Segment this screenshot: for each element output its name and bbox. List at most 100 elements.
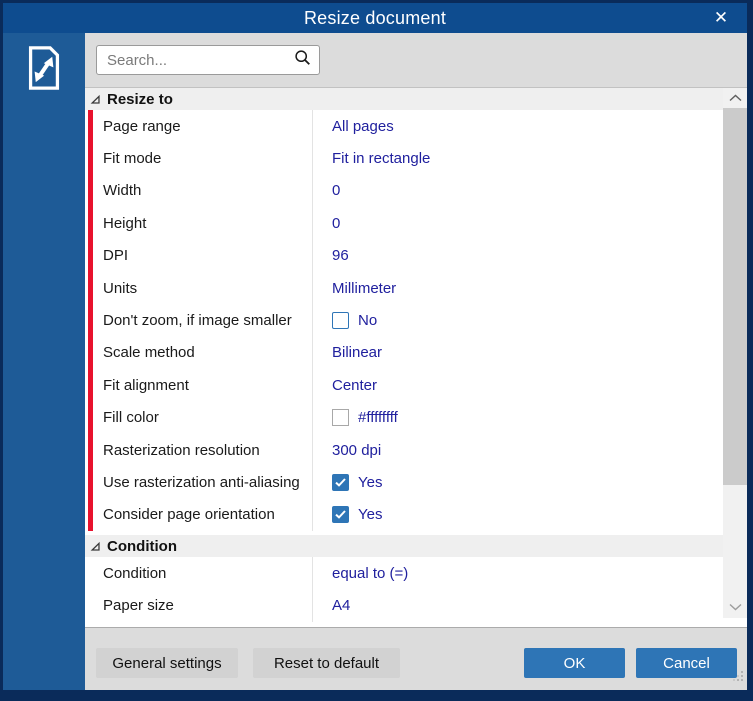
checkbox[interactable] [332, 473, 349, 491]
property-row: Paper size A4 [85, 589, 723, 622]
cancel-button[interactable]: Cancel [636, 648, 737, 678]
property-label: Rasterization resolution [103, 441, 260, 459]
property-value: equal to (=) [332, 564, 409, 582]
modified-marker [88, 110, 93, 143]
property-row: Height 0 [85, 207, 723, 240]
property-value: #ffffffff [358, 409, 398, 427]
property-value-cell[interactable]: 300 dpi [312, 433, 723, 467]
search-strip [85, 33, 747, 88]
property-row: Don't zoom, if image smaller No [85, 304, 723, 337]
resize-grip-icon[interactable] [733, 669, 744, 687]
property-value-cell[interactable]: Yes [312, 498, 723, 532]
property-row: Condition equal to (=) [85, 557, 723, 590]
main-panel: Resize toPage rangeAll pagesFit modeFit … [85, 33, 747, 690]
sidebar [3, 33, 85, 690]
property-label: Width [103, 182, 142, 200]
section: Resize to Page range All pages Fit mode Fit … [85, 88, 723, 532]
property-value: Bilinear [332, 344, 383, 362]
modified-marker [88, 401, 93, 434]
scroll-down-icon[interactable] [723, 598, 747, 616]
modified-marker [88, 466, 93, 499]
property-label: Consider page orientation [103, 506, 275, 524]
resize-document-dialog: Resize document ✕ Search... Resize to Pa… [0, 0, 753, 701]
color-swatch[interactable] [332, 409, 349, 427]
modified-marker [88, 142, 93, 175]
property-value-cell[interactable]: #ffffffff [312, 401, 723, 434]
property-row: Page range All pages [85, 110, 723, 143]
scroll-up-icon[interactable] [723, 88, 747, 108]
modified-marker [88, 174, 93, 208]
ok-button[interactable]: OK [524, 648, 625, 678]
property-label: Don't zoom, if image smaller [103, 312, 292, 330]
reset-to-default-button[interactable]: Reset to default [253, 648, 400, 678]
property-value-cell[interactable]: Fit in rectangle [312, 142, 723, 175]
modified-marker [88, 207, 93, 240]
property-value: A4 [332, 597, 351, 615]
property-label: Condition [103, 564, 167, 582]
close-icon[interactable]: ✕ [701, 3, 741, 33]
property-value-cell[interactable]: 0 [312, 207, 723, 240]
property-value-cell[interactable]: equal to (=) [312, 557, 723, 590]
property-value-cell[interactable]: Center [312, 369, 723, 402]
resize-document-icon [21, 44, 67, 97]
footer: General settings Reset to default OK Can… [85, 628, 747, 690]
property-value: Center [332, 376, 378, 394]
modified-marker [88, 433, 93, 467]
property-value: 0 [332, 214, 341, 232]
modified-marker [88, 271, 93, 305]
search-box[interactable] [96, 45, 320, 75]
property-value: No [358, 312, 378, 330]
section-title: Condition [107, 537, 177, 555]
section-header[interactable]: Condition [85, 535, 723, 558]
property-value-cell[interactable]: 0 [312, 174, 723, 208]
expand-triangle-icon[interactable] [90, 94, 101, 105]
property-row: Units Millimeter [85, 271, 723, 305]
magnifier-icon[interactable] [294, 49, 311, 71]
property-value-cell[interactable]: Bilinear [312, 336, 723, 370]
scrollbar[interactable] [723, 88, 747, 618]
property-value: 96 [332, 247, 349, 265]
modified-marker [88, 239, 93, 272]
property-value: All pages [332, 117, 394, 135]
property-value: 300 dpi [332, 441, 382, 459]
property-label: Page range [103, 117, 181, 135]
property-value-cell[interactable]: 96 [312, 239, 723, 272]
scrollbar-thumb[interactable] [723, 108, 747, 485]
modified-marker [88, 336, 93, 370]
section-header[interactable]: Resize to [85, 88, 723, 110]
sections: Resize to Page range All pages Fit mode Fit … [85, 88, 723, 622]
property-value-cell[interactable]: No [312, 304, 723, 337]
property-value: Millimeter [332, 279, 397, 297]
property-value-cell[interactable]: A4 [312, 589, 723, 622]
property-row: Fill color #ffffffff [85, 401, 723, 434]
section-title: Resize to [107, 90, 173, 108]
property-row: Use rasterization anti-aliasing Yes [85, 466, 723, 499]
search-input[interactable] [105, 50, 294, 70]
property-label: Height [103, 214, 147, 232]
dialog-body: Resize toPage rangeAll pagesFit modeFit … [3, 33, 747, 690]
property-label: DPI [103, 247, 129, 265]
checkbox[interactable] [332, 506, 349, 524]
property-value: 0 [332, 182, 341, 200]
property-grid: Resize to Page range All pages Fit mode Fit … [85, 88, 747, 628]
property-label: Units [103, 279, 138, 297]
modified-marker [88, 498, 93, 532]
property-value: Fit in rectangle [332, 150, 431, 168]
property-label: Use rasterization anti-aliasing [103, 473, 300, 491]
property-row: Fit mode Fit in rectangle [85, 142, 723, 175]
dialog-title: Resize document [303, 7, 447, 28]
property-row: Width 0 [85, 174, 723, 208]
expand-triangle-icon[interactable] [90, 541, 101, 552]
modified-marker [88, 369, 93, 402]
checkbox[interactable] [332, 312, 349, 330]
title-bar[interactable]: Resize document ✕ [3, 3, 747, 33]
property-label: Fit alignment [103, 376, 189, 394]
property-label: Fill color [103, 409, 159, 427]
property-value-cell[interactable]: Millimeter [312, 271, 723, 305]
property-label: Paper size [103, 597, 174, 615]
property-label: Fit mode [103, 150, 162, 168]
property-value-cell[interactable]: All pages [312, 110, 723, 143]
general-settings-button[interactable]: General settings [96, 648, 238, 678]
property-value-cell[interactable]: Yes [312, 466, 723, 499]
property-row: Consider page orientation Yes [85, 498, 723, 532]
